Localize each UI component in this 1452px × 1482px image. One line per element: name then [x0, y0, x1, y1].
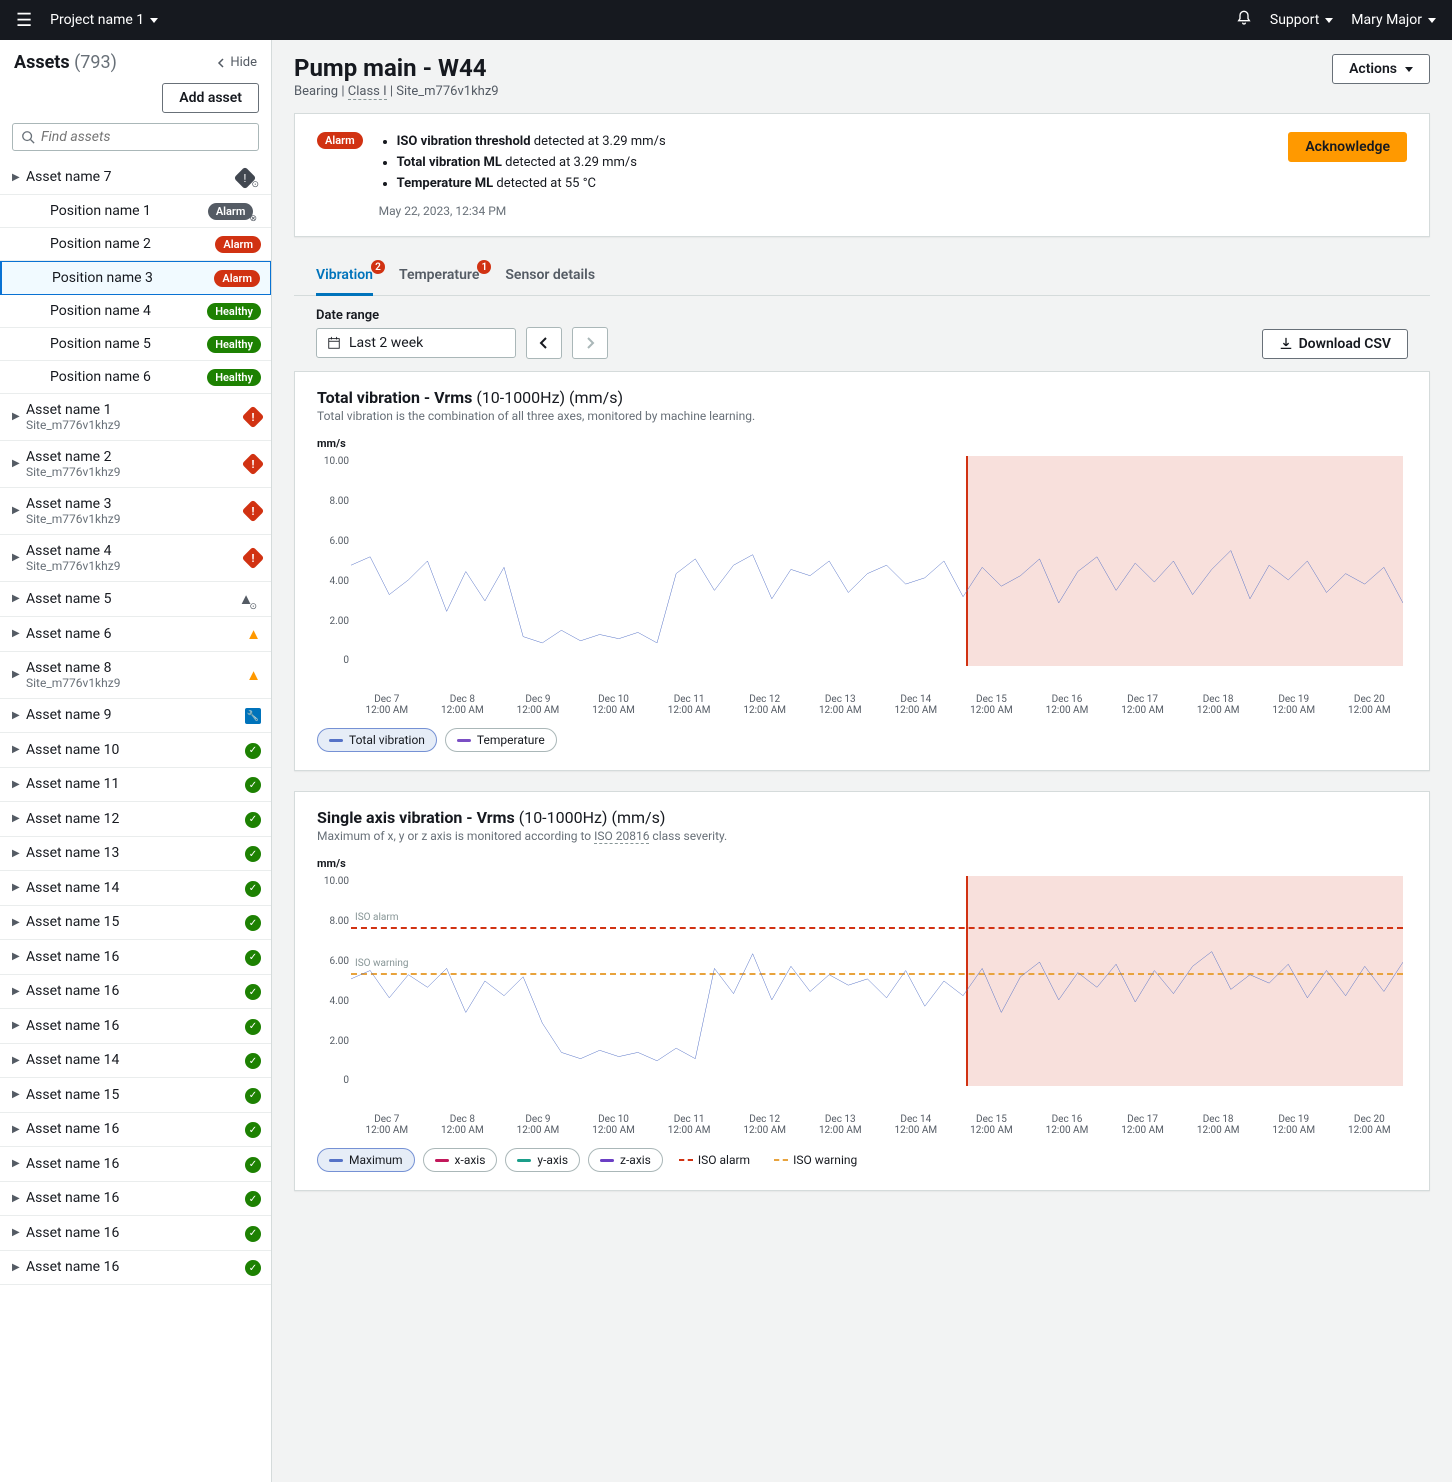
tree-item[interactable]: Position name 5Healthy [0, 328, 271, 361]
project-selector[interactable]: Project name 1 [50, 12, 158, 28]
date-range-label: Date range [316, 308, 608, 323]
chart-desc: Maximum of x, y or z axis is monitored a… [317, 829, 1407, 843]
calendar-icon [327, 336, 341, 350]
legend-item[interactable]: Maximum [317, 1148, 415, 1172]
tree-item[interactable]: ▶Asset name 4Site_m776v1khz9! [0, 535, 271, 582]
tree-item[interactable]: ▶Asset name 16✓ [0, 1216, 271, 1251]
next-button [572, 327, 608, 359]
tree-item[interactable]: ▶Asset name 8Site_m776v1khz9▲ [0, 652, 271, 699]
tree-item[interactable]: Position name 4Healthy [0, 295, 271, 328]
legend-item[interactable]: Temperature [445, 728, 557, 752]
alarm-panel: Alarm ISO vibration threshold detected a… [294, 113, 1430, 237]
tree-item[interactable]: Position name 1Alarm⊗ [0, 195, 271, 228]
alarm-timestamp: May 22, 2023, 12:34 PM [379, 204, 666, 218]
user-menu[interactable]: Mary Major [1351, 12, 1436, 28]
menu-icon[interactable]: ☰ [16, 10, 32, 31]
tree-item[interactable]: Position name 3Alarm [0, 261, 271, 295]
search-field[interactable] [41, 129, 250, 145]
tree-item[interactable]: ▶Asset name 16✓ [0, 1182, 271, 1217]
tree-item[interactable]: ▶Asset name 16✓ [0, 1009, 271, 1044]
download-csv-button[interactable]: Download CSV [1262, 329, 1408, 359]
search-icon [21, 130, 35, 144]
tree-item[interactable]: ▶Asset name 6▲ [0, 617, 271, 652]
download-icon [1279, 337, 1293, 351]
chevron-down-icon [1405, 67, 1413, 72]
acknowledge-button[interactable]: Acknowledge [1288, 132, 1407, 162]
sidebar: Assets (793) Hide Add asset ▶Asset name … [0, 40, 272, 1482]
tree-item[interactable]: ▶Asset name 14✓ [0, 871, 271, 906]
tab-vibration[interactable]: Vibration2 [316, 255, 373, 295]
legend-item: ISO alarm [671, 1148, 758, 1172]
chart-panel: Total vibration - Vrms (10-1000Hz) (mm/s… [294, 371, 1430, 771]
chart-title: Single axis vibration - Vrms (10-1000Hz)… [317, 808, 1407, 827]
page-title: Pump main - W44 [294, 54, 499, 82]
tree-item[interactable]: ▶Asset name 16✓ [0, 975, 271, 1010]
alarm-badge: Alarm [317, 132, 363, 149]
date-range-select[interactable]: Last 2 week [316, 328, 516, 358]
project-name: Project name 1 [50, 12, 144, 28]
chevron-right-icon [585, 337, 595, 349]
legend-item[interactable]: y-axis [505, 1148, 580, 1172]
legend-item[interactable]: x-axis [423, 1148, 498, 1172]
tree-item[interactable]: ▶Asset name 16✓ [0, 1113, 271, 1148]
chevron-left-icon [539, 337, 549, 349]
breadcrumb: Bearing | Class I | Site_m776v1khz9 [294, 84, 499, 99]
tree-item[interactable]: Position name 6Healthy [0, 361, 271, 394]
tab-temperature[interactable]: Temperature1 [399, 255, 479, 295]
legend-item: ISO warning [766, 1148, 865, 1172]
tabs: Vibration2 Temperature1 Sensor details [294, 255, 1430, 296]
legend-item[interactable]: Total vibration [317, 728, 437, 752]
tree-item[interactable]: ▶Asset name 1Site_m776v1khz9! [0, 394, 271, 441]
tab-sensor-details[interactable]: Sensor details [505, 255, 595, 295]
tree-item[interactable]: ▶Asset name 2Site_m776v1khz9! [0, 441, 271, 488]
controls-bar: Date range Last 2 week Download CSV [294, 296, 1430, 371]
chart-panel: Single axis vibration - Vrms (10-1000Hz)… [294, 791, 1430, 1191]
tree-item[interactable]: ▶Asset name 16✓ [0, 1147, 271, 1182]
chart-desc: Total vibration is the combination of al… [317, 409, 1407, 423]
tree-item[interactable]: ▶Asset name 5▲⊙ [0, 582, 271, 617]
chevron-down-icon [1325, 18, 1333, 23]
tree-item[interactable]: ▶Asset name 14✓ [0, 1044, 271, 1079]
sidebar-title: Assets (793) [14, 52, 117, 73]
tree-item[interactable]: ▶Asset name 16✓ [0, 1251, 271, 1286]
tree-item[interactable]: ▶Asset name 7!⊙ [0, 161, 271, 195]
actions-button[interactable]: Actions [1332, 54, 1430, 84]
main-content: Pump main - W44 Bearing | Class I | Site… [272, 40, 1452, 1482]
support-menu[interactable]: Support [1270, 12, 1333, 28]
search-input[interactable] [12, 123, 259, 151]
tree-item[interactable]: ▶Asset name 3Site_m776v1khz9! [0, 488, 271, 535]
tree-item[interactable]: ▶Asset name 16✓ [0, 940, 271, 975]
chevron-down-icon [150, 18, 158, 23]
bell-icon[interactable] [1236, 10, 1252, 30]
tree-item[interactable]: ▶Asset name 11✓ [0, 768, 271, 803]
tree-item[interactable]: ▶Asset name 10✓ [0, 733, 271, 768]
chart-title: Total vibration - Vrms (10-1000Hz) (mm/s… [317, 388, 1407, 407]
tree-item[interactable]: ▶Asset name 9🔧 [0, 699, 271, 734]
tree-item[interactable]: ▶Asset name 12✓ [0, 802, 271, 837]
add-asset-button[interactable]: Add asset [162, 83, 259, 113]
chevron-down-icon [1428, 18, 1436, 23]
prev-button[interactable] [526, 327, 562, 359]
alarm-list: ISO vibration threshold detected at 3.29… [379, 132, 666, 194]
legend-item[interactable]: z-axis [588, 1148, 663, 1172]
tree-item[interactable]: ▶Asset name 13✓ [0, 837, 271, 872]
asset-tree: ▶Asset name 7!⊙Position name 1Alarm⊗Posi… [0, 161, 271, 1482]
tree-item[interactable]: ▶Asset name 15✓ [0, 1078, 271, 1113]
tree-item[interactable]: Position name 2Alarm [0, 228, 271, 261]
tree-item[interactable]: ▶Asset name 15✓ [0, 906, 271, 941]
topbar: ☰ Project name 1 Support Mary Major [0, 0, 1452, 40]
hide-button[interactable]: Hide [216, 55, 257, 70]
chevron-left-icon [216, 58, 226, 68]
